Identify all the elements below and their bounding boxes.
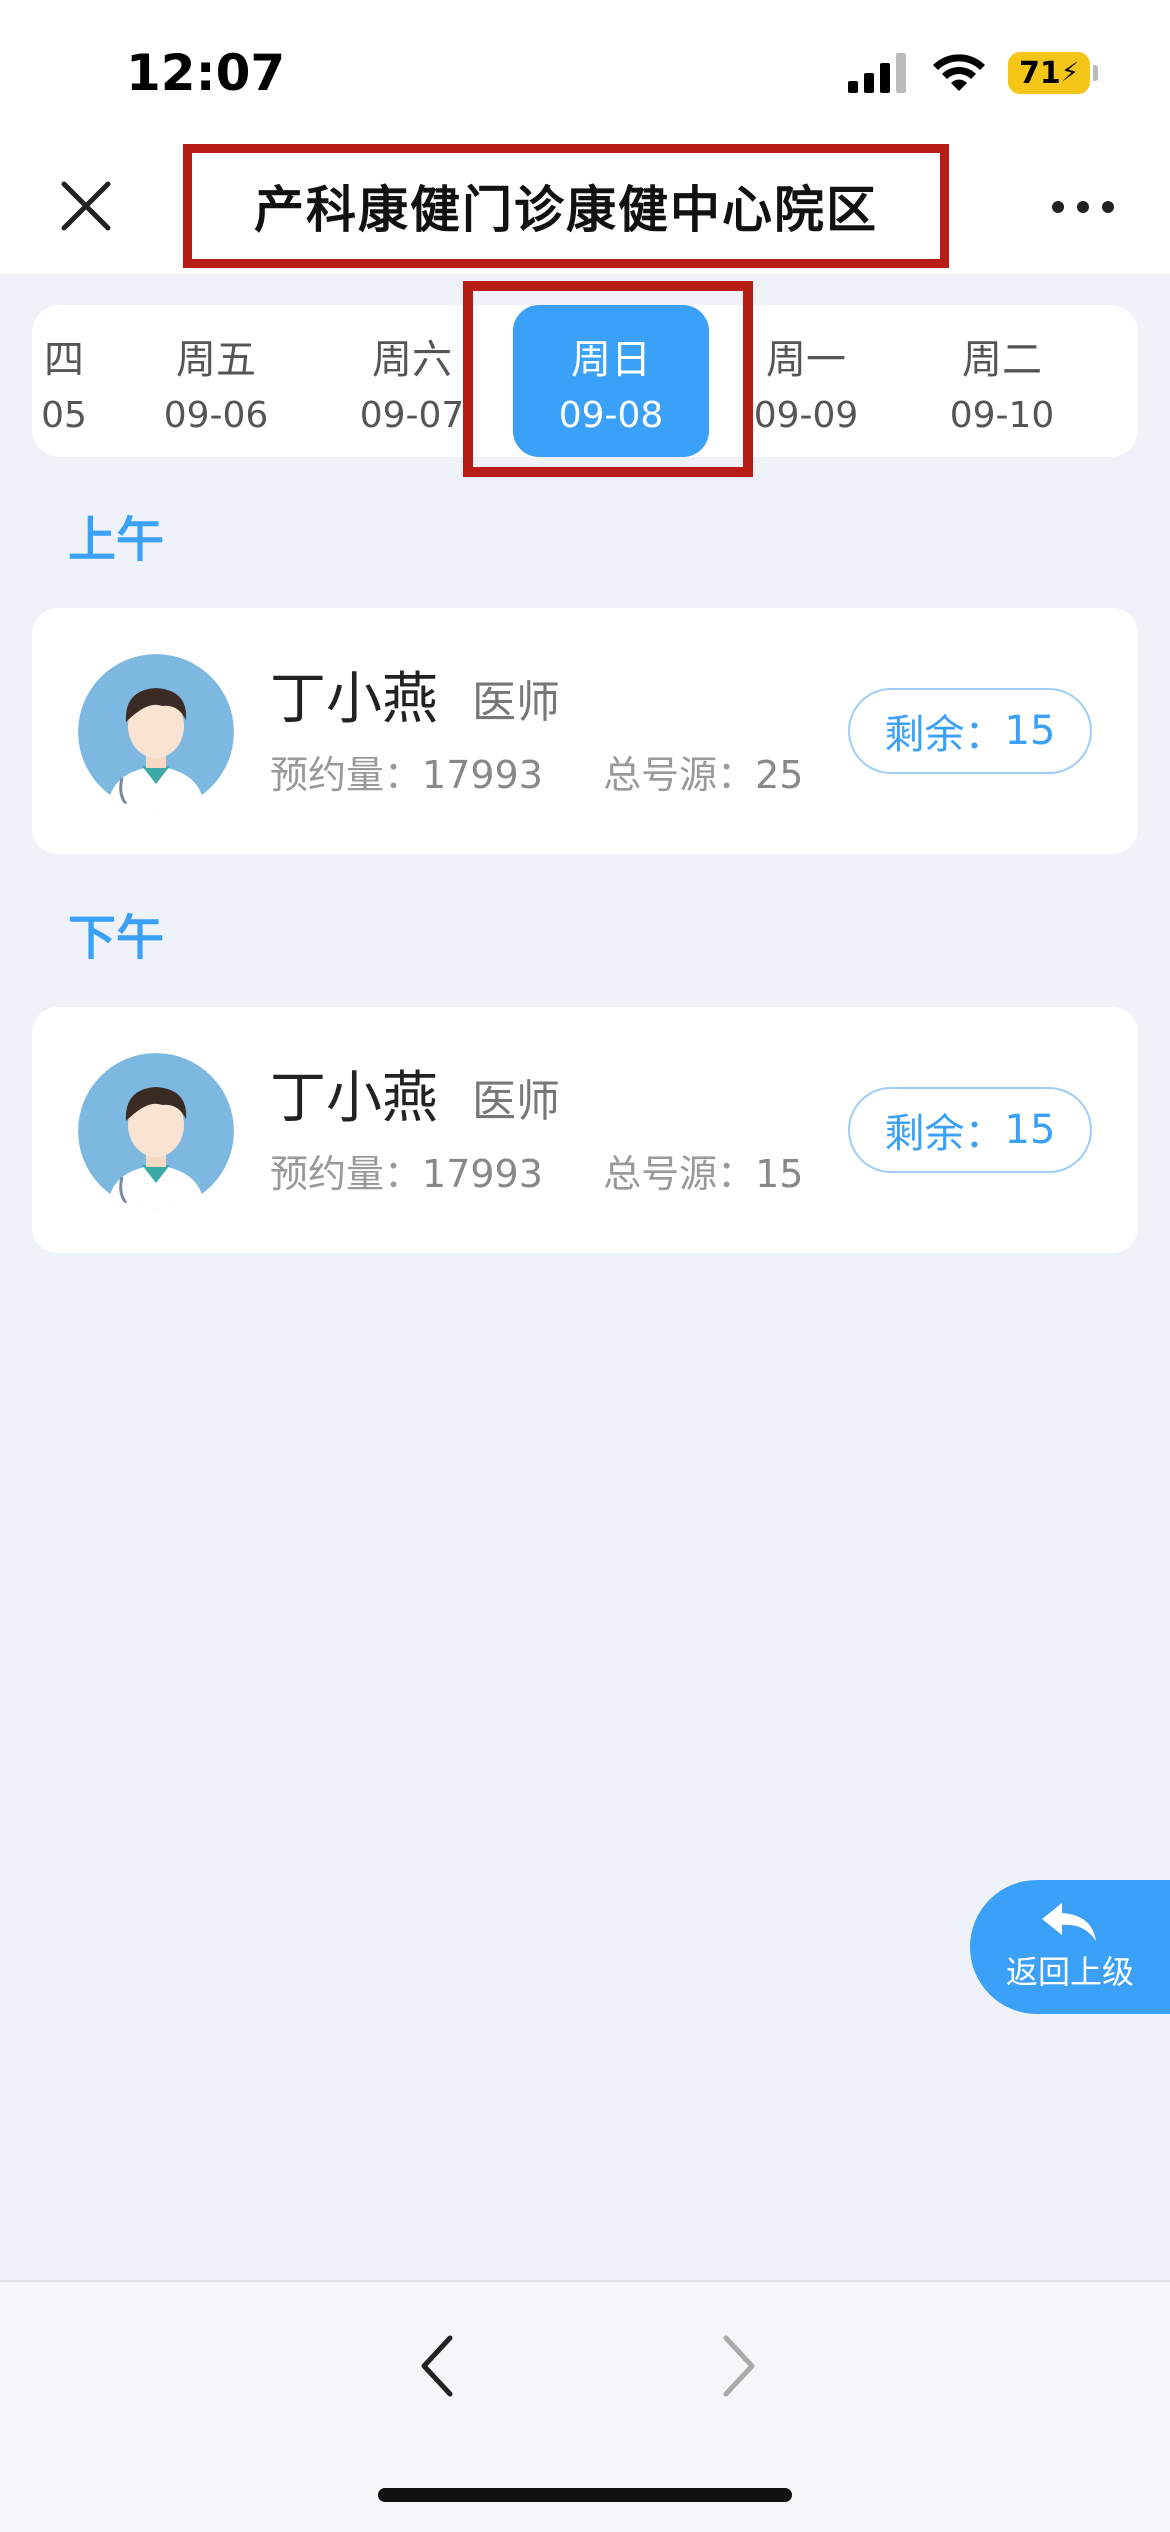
nav-bar: 产科康健门诊康健中心院区 bbox=[0, 140, 1170, 274]
avatar bbox=[78, 654, 234, 810]
wifi-icon bbox=[933, 54, 985, 91]
back-to-parent-label: 返回上级 bbox=[1005, 1953, 1134, 1991]
page-title: 产科康健门诊康健中心院区 bbox=[254, 181, 878, 239]
home-indicator bbox=[378, 2488, 792, 2502]
doctor-avatar-icon bbox=[78, 1053, 234, 1209]
back-to-parent-button[interactable]: 返回上级 bbox=[970, 1880, 1170, 2014]
avatar bbox=[78, 1053, 234, 1209]
doctor-title: 医师 bbox=[472, 1076, 560, 1127]
reply-arrow-icon bbox=[1042, 1903, 1096, 1941]
date-selector: 四 05 周五 09-06 周六 09-07 周日 09-08 周一 09-09… bbox=[32, 305, 1138, 457]
remaining-slots-button[interactable]: 剩余： 15 bbox=[848, 688, 1092, 774]
date-item[interactable]: 周一 09-09 bbox=[708, 305, 904, 457]
cellular-signal-icon bbox=[848, 53, 906, 93]
chevron-left-icon[interactable] bbox=[410, 2326, 466, 2406]
doctor-card[interactable]: 丁小燕 医师 预约量：17993 总号源：25 剩余： 15 bbox=[32, 608, 1138, 854]
section-label-afternoon: 下午 bbox=[68, 910, 165, 966]
doctor-stats: 预约量：17993 总号源：15 bbox=[270, 1152, 804, 1196]
doctor-name: 丁小燕 bbox=[270, 1066, 438, 1131]
doctor-name: 丁小燕 bbox=[270, 667, 438, 732]
more-icon[interactable] bbox=[1052, 192, 1114, 222]
battery-level: 71 bbox=[1018, 55, 1061, 91]
doctor-card[interactable]: 丁小燕 医师 预约量：17993 总号源：15 剩余： 15 bbox=[32, 1007, 1138, 1253]
status-time: 12:07 bbox=[126, 44, 286, 102]
doctor-avatar-icon bbox=[78, 654, 234, 810]
date-item[interactable]: 周二 09-10 bbox=[904, 305, 1100, 457]
close-icon[interactable] bbox=[56, 176, 116, 236]
section-label-morning: 上午 bbox=[68, 512, 165, 568]
doctor-title: 医师 bbox=[472, 677, 560, 728]
page-title-highlight: 产科康健门诊康健中心院区 bbox=[183, 144, 949, 268]
doctor-stats: 预约量：17993 总号源：25 bbox=[270, 753, 804, 797]
date-item[interactable]: 周六 09-07 bbox=[314, 305, 510, 457]
remaining-slots-button[interactable]: 剩余： 15 bbox=[848, 1087, 1092, 1173]
status-icons: 71 ⚡ bbox=[848, 52, 1098, 94]
date-item-selected[interactable]: 周日 09-08 bbox=[513, 305, 709, 457]
battery-icon: 71 ⚡ bbox=[1008, 52, 1098, 94]
status-bar: 12:07 71 ⚡ bbox=[0, 0, 1170, 140]
date-item[interactable]: 周五 09-06 bbox=[118, 305, 314, 457]
chevron-right-icon[interactable] bbox=[710, 2326, 766, 2406]
